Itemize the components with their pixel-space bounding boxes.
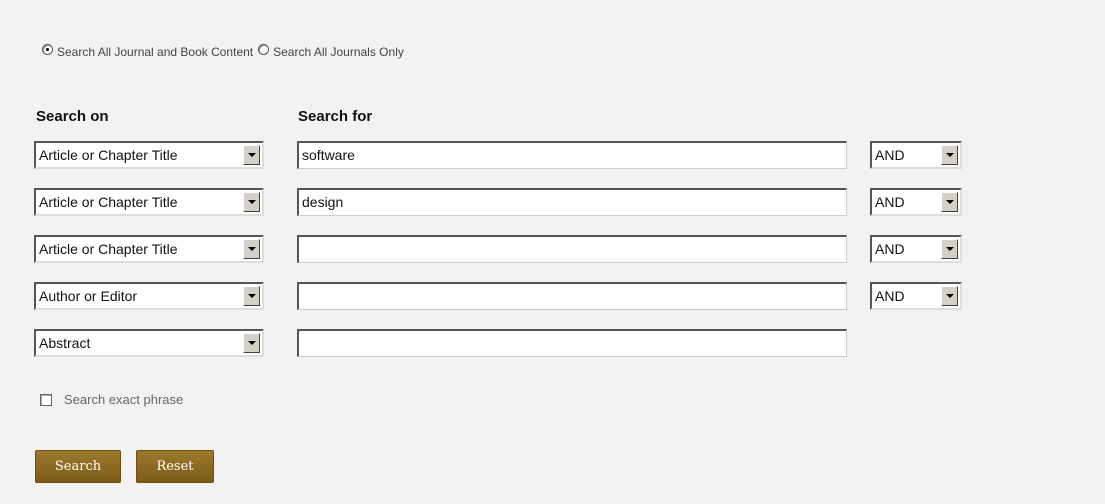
search-row: Author or Editor AND bbox=[0, 282, 1105, 310]
operator-select-value: AND bbox=[875, 241, 905, 257]
scope-label-all-content: Search All Journal and Book Content bbox=[57, 45, 254, 59]
scope-option-all-content[interactable]: Search All Journal and Book Content bbox=[42, 43, 254, 59]
operator-select[interactable]: AND bbox=[870, 188, 962, 216]
search-term-input[interactable] bbox=[297, 235, 847, 263]
field-select-value: Article or Chapter Title bbox=[39, 147, 178, 163]
operator-select-value: AND bbox=[875, 194, 905, 210]
advanced-search-panel: Search All Journal and Book Content Sear… bbox=[0, 0, 1105, 504]
field-select-value: Article or Chapter Title bbox=[39, 241, 178, 257]
exact-phrase-checkbox[interactable] bbox=[40, 393, 52, 406]
search-for-heading: Search for bbox=[298, 108, 373, 125]
field-select-value: Author or Editor bbox=[39, 288, 138, 304]
chevron-down-icon[interactable] bbox=[243, 192, 260, 212]
field-select[interactable]: Author or Editor bbox=[34, 282, 264, 310]
chevron-down-icon[interactable] bbox=[243, 333, 260, 353]
chevron-down-icon[interactable] bbox=[243, 239, 260, 259]
chevron-down-icon[interactable] bbox=[243, 286, 260, 306]
operator-select[interactable]: AND bbox=[870, 282, 962, 310]
scope-radio-journals-only[interactable] bbox=[258, 43, 270, 55]
search-on-heading: Search on bbox=[36, 108, 109, 125]
scope-label-journals-only: Search All Journals Only bbox=[273, 45, 404, 59]
field-select-value: Article or Chapter Title bbox=[39, 194, 178, 210]
search-row: Abstract bbox=[0, 329, 1105, 357]
operator-select-value: AND bbox=[875, 288, 905, 304]
chevron-down-icon[interactable] bbox=[941, 239, 958, 259]
search-term-input[interactable]: software bbox=[297, 141, 847, 169]
search-term-input[interactable] bbox=[297, 282, 847, 310]
chevron-down-icon[interactable] bbox=[941, 192, 958, 212]
search-scope-group: Search All Journal and Book Content Sear… bbox=[42, 42, 404, 62]
search-button[interactable]: Search bbox=[35, 450, 121, 483]
chevron-down-icon[interactable] bbox=[941, 145, 958, 165]
search-term-input[interactable] bbox=[297, 329, 847, 357]
operator-select[interactable]: AND bbox=[870, 235, 962, 263]
exact-phrase-option[interactable]: Search exact phrase bbox=[40, 392, 183, 407]
search-row: Article or Chapter Title design AND bbox=[0, 188, 1105, 216]
field-select[interactable]: Article or Chapter Title bbox=[34, 188, 264, 216]
search-row: Article or Chapter Title AND bbox=[0, 235, 1105, 263]
scope-radio-all-content[interactable] bbox=[42, 43, 53, 55]
chevron-down-icon[interactable] bbox=[941, 286, 958, 306]
search-term-input[interactable]: design bbox=[297, 188, 847, 216]
field-select[interactable]: Article or Chapter Title bbox=[34, 141, 264, 169]
field-select[interactable]: Abstract bbox=[34, 329, 264, 357]
operator-select-value: AND bbox=[875, 147, 905, 163]
chevron-down-icon[interactable] bbox=[243, 145, 260, 165]
operator-select[interactable]: AND bbox=[870, 141, 962, 169]
field-select-value: Abstract bbox=[39, 335, 91, 351]
reset-button[interactable]: Reset bbox=[136, 450, 214, 483]
exact-phrase-label: Search exact phrase bbox=[64, 392, 184, 407]
search-row: Article or Chapter Title software AND bbox=[0, 141, 1105, 169]
scope-option-journals-only[interactable]: Search All Journals Only bbox=[258, 43, 404, 59]
field-select[interactable]: Article or Chapter Title bbox=[34, 235, 264, 263]
